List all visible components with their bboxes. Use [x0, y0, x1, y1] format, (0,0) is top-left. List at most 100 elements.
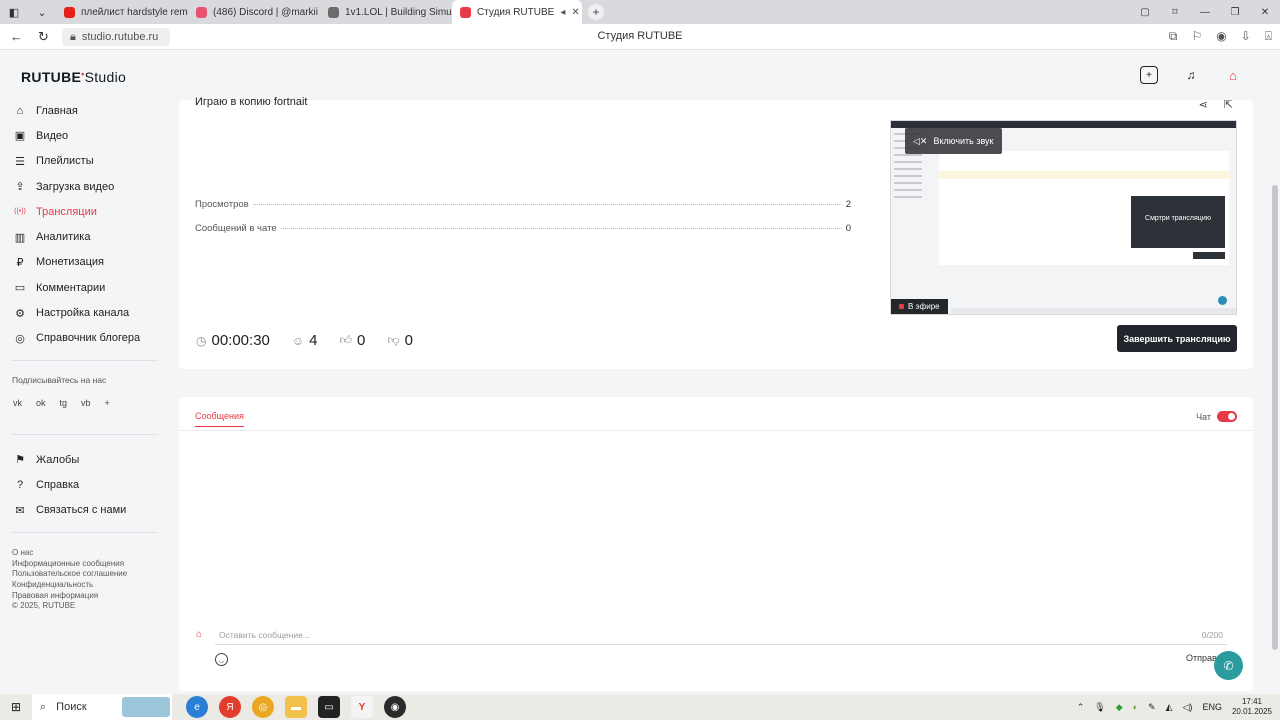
- extension-icon[interactable]: ◉: [1216, 29, 1226, 44]
- volume-icon[interactable]: ◁): [1183, 702, 1193, 713]
- yandex-browser-icon[interactable]: Y: [351, 696, 373, 718]
- sidebar-item[interactable]: ▭ Комментарии: [0, 275, 170, 300]
- browser-menu-icon[interactable]: ◧: [0, 0, 28, 24]
- language-indicator[interactable]: ENG: [1202, 702, 1222, 712]
- sidebar-item[interactable]: ⚙ Настройка канала: [0, 300, 170, 325]
- bookmark-icon[interactable]: ⌑: [1160, 0, 1190, 24]
- game-favicon-icon: [328, 6, 339, 18]
- sidebar-item[interactable]: ? Справка: [0, 472, 170, 497]
- social-links: vk ok tg vb +: [0, 398, 170, 408]
- reader-icon[interactable]: ⧉: [1169, 29, 1178, 44]
- social-more-icon[interactable]: +: [105, 398, 110, 408]
- nvidia-icon[interactable]: ◐: [1133, 702, 1138, 712]
- obs-icon[interactable]: ◉: [384, 696, 406, 718]
- chat-toggle[interactable]: [1217, 411, 1237, 422]
- share-icon[interactable]: ⋖: [1199, 98, 1208, 111]
- system-tray: ⌃ 🎙︎ ◆ ◐ ✎ ◭ ◁) ENG 17:41 20.01.2025: [1077, 694, 1272, 720]
- live-badge: В эфире: [891, 299, 948, 314]
- maximize-icon[interactable]: ❐: [1220, 0, 1250, 24]
- header-actions: + ♫ ⌂: [1140, 66, 1242, 84]
- stream-preview[interactable]: Смртри трансляцию ◁✕ Включить звук В эфи…: [890, 120, 1237, 315]
- social-tg-icon[interactable]: tg: [60, 398, 68, 408]
- logo-main: RUTUBE: [21, 69, 82, 85]
- rutube-studio-logo[interactable]: RUTUBE•Studio: [21, 69, 126, 85]
- sidebar-item[interactable]: ▥ Аналитика: [0, 224, 170, 249]
- metric-likes: 👍︎ 0: [339, 332, 365, 349]
- profile-icon[interactable]: ⍓: [1265, 29, 1272, 44]
- mute-tab-icon[interactable]: ◂: [560, 7, 565, 18]
- clock-date: 20.01.2025: [1231, 707, 1272, 716]
- edge-icon[interactable]: e: [186, 696, 208, 718]
- sidebar-item[interactable]: ☰ Плейлисты: [0, 149, 170, 174]
- rutube-favicon-icon: [460, 6, 471, 18]
- browser-tab[interactable]: (486) Discord | @markii: [188, 0, 320, 24]
- viewers-value: 4: [309, 332, 318, 349]
- footer-link[interactable]: О нас: [12, 548, 170, 559]
- search-highlight-image: [122, 697, 170, 717]
- metric-duration: ◷ 00:00:30: [196, 332, 270, 349]
- yandex-icon[interactable]: Я: [219, 696, 241, 718]
- open-external-icon[interactable]: ⇱: [1224, 98, 1233, 111]
- mic-icon[interactable]: 🎙︎: [1094, 702, 1105, 713]
- browser-tab[interactable]: плейлист hardstyle remix: [56, 0, 188, 24]
- downloads-icon[interactable]: ⇩: [1241, 29, 1251, 44]
- tab-list-chevron-icon[interactable]: ⌄: [28, 0, 56, 24]
- terminal-icon[interactable]: ▭: [318, 696, 340, 718]
- notifications-bell-icon[interactable]: ♫: [1182, 66, 1200, 84]
- close-window-icon[interactable]: ✕: [1250, 0, 1280, 24]
- sidebar-item-label: Комментарии: [36, 281, 106, 294]
- chat-placeholder: Оставить сообщение...: [219, 629, 310, 640]
- page-scrollbar[interactable]: [1272, 185, 1278, 650]
- user-avatar[interactable]: ⌂: [1224, 66, 1242, 84]
- create-icon[interactable]: +: [1140, 66, 1158, 84]
- footer-link[interactable]: Пользовательское соглашение: [12, 569, 170, 580]
- sidebar-item[interactable]: ▣ Видео: [0, 123, 170, 148]
- emoji-icon[interactable]: ◡: [215, 653, 228, 666]
- collections-icon[interactable]: ▢: [1130, 0, 1160, 24]
- minimize-icon[interactable]: —: [1190, 0, 1220, 24]
- sidebar-divider: [12, 531, 158, 533]
- footer-link[interactable]: Информационные сообщения: [12, 559, 170, 570]
- close-tab-icon[interactable]: ✕: [571, 7, 579, 18]
- new-tab-button[interactable]: +: [588, 4, 604, 20]
- social-ok-icon[interactable]: ok: [36, 398, 46, 408]
- taskbar-clock[interactable]: 17:41 20.01.2025: [1232, 697, 1272, 717]
- sidebar-item[interactable]: ✉ Связаться с нами: [0, 498, 170, 523]
- chrome-icon[interactable]: ◎: [252, 696, 274, 718]
- metric-viewers: ☺ 4: [292, 332, 318, 349]
- pen-icon[interactable]: ✎: [1148, 702, 1156, 713]
- tab-label: 1v1.LOL | Building Simula: [345, 6, 452, 18]
- sidebar-item[interactable]: ((•)) Трансляции: [0, 199, 170, 224]
- dislikes-value: 0: [404, 332, 413, 349]
- chat-message-input[interactable]: Оставить сообщение... 0/200: [215, 625, 1227, 645]
- preview-browser-bar: [891, 121, 1236, 128]
- tab-label: (486) Discord | @markii: [213, 6, 318, 18]
- sidebar-item[interactable]: ⚑ Жалобы: [0, 447, 170, 472]
- home-icon: ⌂: [16, 104, 24, 117]
- unmute-button[interactable]: ◁✕ Включить звук: [905, 128, 1002, 154]
- end-stream-button[interactable]: Завершить трансляцию: [1117, 325, 1237, 352]
- footer-link[interactable]: Конфиденциальность: [12, 580, 170, 591]
- browser-tab[interactable]: 1v1.LOL | Building Simula: [320, 0, 452, 24]
- sidebar-item[interactable]: ⌂ Главная: [0, 98, 170, 123]
- social-vk-icon[interactable]: vk: [13, 398, 22, 408]
- footer-link[interactable]: Правовая информация: [12, 591, 170, 602]
- tray-chevron-icon[interactable]: ⌃: [1077, 702, 1085, 713]
- sidebar-item[interactable]: ⇪ Загрузка видео: [0, 174, 170, 199]
- app-tray-icon[interactable]: ◆: [1116, 702, 1123, 713]
- social-vb-icon[interactable]: vb: [81, 398, 91, 408]
- windows-start-icon[interactable]: ⊞: [0, 694, 32, 720]
- network-icon[interactable]: ◭: [1166, 702, 1173, 713]
- sidebar-item-label: Настройка канала: [36, 307, 130, 320]
- preview-taskbar: [951, 308, 1236, 314]
- sidebar-item-label: Монетизация: [36, 256, 104, 269]
- support-chat-icon[interactable]: ✆: [1214, 651, 1243, 680]
- sidebar-item[interactable]: ₽ Монетизация: [0, 250, 170, 275]
- bookmark-page-icon[interactable]: ⚐: [1191, 29, 1202, 44]
- comments-icon: ▭: [14, 282, 26, 295]
- taskbar-search[interactable]: ⌕ Поиск: [32, 694, 172, 720]
- sidebar-item[interactable]: ◎ Справочник блогера: [0, 326, 170, 351]
- file-explorer-icon[interactable]: ▬: [285, 696, 307, 718]
- tab-messages[interactable]: Сообщения: [195, 411, 244, 427]
- browser-tab-active[interactable]: Студия RUTUBE ◂ ✕: [452, 0, 582, 24]
